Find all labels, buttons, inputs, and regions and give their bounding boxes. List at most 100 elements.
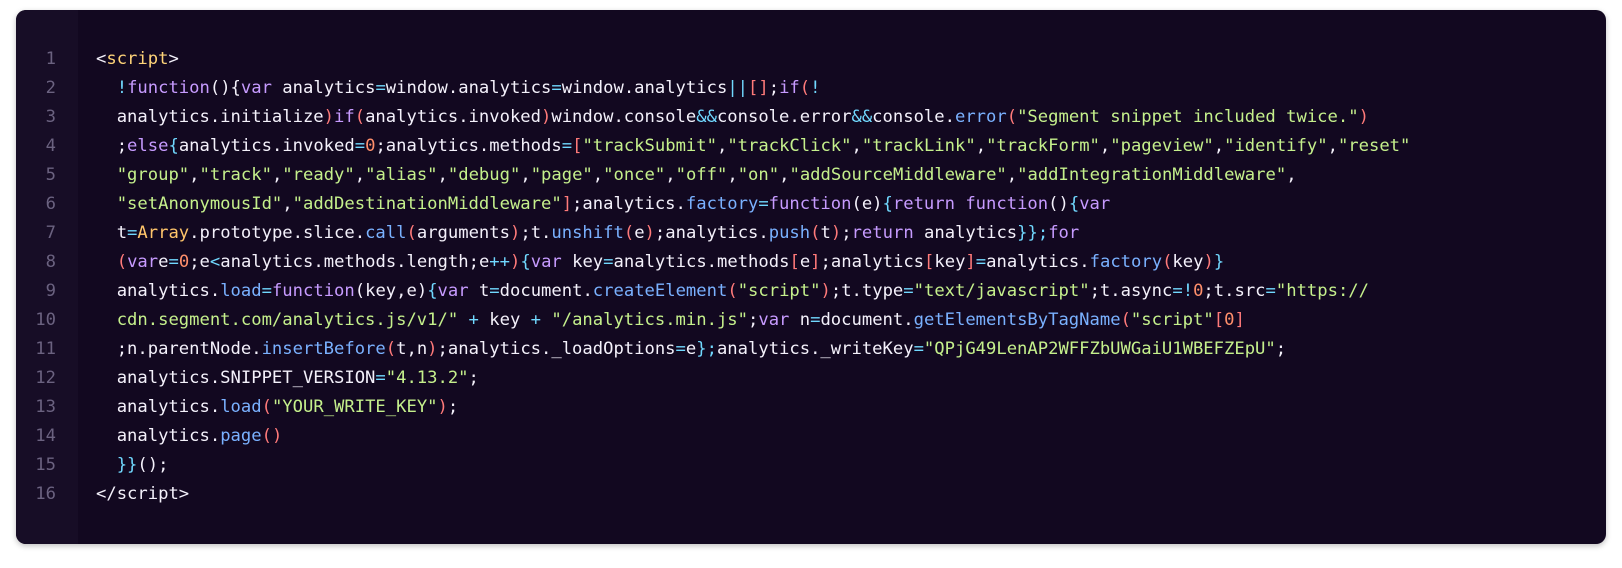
- code-token: createElement: [592, 281, 728, 301]
- code-token: ;t.src: [1203, 281, 1266, 301]
- code-token: key: [561, 252, 604, 272]
- code-token: =: [758, 194, 769, 214]
- code-token: script: [106, 49, 169, 69]
- code-token: "addIntegrationMiddleware": [1017, 165, 1287, 185]
- line-number: 4: [45, 136, 56, 156]
- code-token: ();: [137, 455, 169, 475]
- code-token: "/analytics.min.js": [551, 310, 748, 330]
- code-line: 9 analytics.load=function(key,e){var t=d…: [16, 277, 1606, 306]
- code-token: "page": [530, 165, 593, 185]
- code-text: analytics.initialize)if(analytics.invoke…: [56, 103, 1606, 132]
- code-token: page: [220, 426, 262, 446]
- code-token: ,: [520, 165, 531, 185]
- code-token: "Segment snippet included twice.": [1017, 107, 1359, 127]
- code-token: load: [220, 281, 262, 301]
- code-text: analytics.SNIPPET_VERSION="4.13.2";: [56, 364, 1606, 393]
- code-token: ,: [1286, 165, 1297, 185]
- code-token: return: [892, 194, 955, 214]
- code-token: e: [799, 252, 811, 272]
- code-token: "debug": [447, 165, 521, 185]
- code-token: &&: [851, 107, 873, 127]
- code-line: 2 !function(){var analytics=window.analy…: [16, 74, 1606, 103]
- code-token: =: [903, 281, 914, 301]
- code-line: 6 "setAnonymousId","addDestinationMiddle…: [16, 190, 1606, 219]
- code-token: document.: [820, 310, 914, 330]
- code-token: document.: [499, 281, 593, 301]
- line-number: 16: [35, 484, 56, 504]
- code-token: ): [1358, 107, 1369, 127]
- code-token: ,: [665, 165, 676, 185]
- code-token: "YOUR_WRITE_KEY": [271, 397, 438, 417]
- code-token: key: [478, 310, 531, 330]
- code-token: ,: [592, 165, 604, 185]
- line-number: 14: [35, 426, 56, 446]
- code-token: load: [220, 397, 262, 417]
- code-token: =: [375, 368, 386, 388]
- line-number: 6: [45, 194, 56, 214]
- code-token: {: [520, 252, 531, 272]
- code-token: "reset": [1337, 136, 1411, 156]
- code-token: ;n.parentNode.: [96, 339, 262, 359]
- code-token: "text/javascript": [913, 281, 1090, 301]
- code-token: {: [168, 136, 179, 156]
- line-number: 2: [45, 78, 56, 98]
- code-token: for: [1048, 223, 1080, 243]
- code-token: var: [240, 78, 272, 98]
- code-token: 0: [1224, 310, 1235, 330]
- code-token: 0: [1193, 281, 1204, 301]
- code-token: "script": [1130, 310, 1214, 330]
- code-token: if: [334, 107, 355, 127]
- code-line: 3 analytics.initialize)if(analytics.invo…: [16, 103, 1606, 132]
- code-line: 1 <script>: [16, 45, 1606, 74]
- code-token: (e): [851, 194, 883, 214]
- code-token: cdn.segment.com/analytics.js/v1/": [116, 310, 459, 330]
- code-token: (: [727, 281, 738, 301]
- code-token: unshift: [551, 223, 624, 243]
- code-token: (: [385, 339, 397, 359]
- code-token: insertBefore: [261, 339, 386, 359]
- code-token: ,: [1006, 165, 1018, 185]
- code-token: =: [603, 252, 614, 272]
- code-token: ,: [779, 165, 790, 185]
- code-token: analytics.methods.length;e: [220, 252, 490, 272]
- code-token: =: [375, 78, 386, 98]
- code-token: Array: [137, 223, 190, 243]
- code-token: analytics.: [96, 426, 221, 446]
- code-token: {: [882, 194, 893, 214]
- code-token: t: [820, 223, 831, 243]
- code-token: =: [168, 252, 179, 272]
- code-text: cdn.segment.com/analytics.js/v1/" + key …: [56, 306, 1606, 335]
- code-token: ,: [975, 136, 987, 156]
- code-token: ||: [727, 78, 749, 98]
- code-token: ): [644, 223, 655, 243]
- code-token: =: [913, 339, 924, 359]
- code-token: (: [406, 223, 417, 243]
- code-token: e: [634, 223, 645, 243]
- code-token: (: [116, 252, 128, 272]
- code-token: ;: [747, 310, 759, 330]
- code-token: e: [685, 339, 697, 359]
- code-token: console.: [872, 107, 955, 127]
- code-token: console.error: [716, 107, 852, 127]
- code-token: "pageview": [1110, 136, 1214, 156]
- code-token: ;t.async: [1089, 281, 1173, 301]
- code-token: ,: [271, 165, 283, 185]
- code-token: ;analytics.: [654, 223, 769, 243]
- code-token: }}: [116, 455, 138, 475]
- code-token: ;t.: [520, 223, 552, 243]
- code-content[interactable]: 1 <script> 2 !function(){var analytics=win…: [16, 45, 1606, 509]
- code-token: var: [127, 252, 159, 272]
- code-token: error: [954, 107, 1007, 127]
- code-token: (key,e): [354, 281, 428, 301]
- line-number: 7: [45, 223, 56, 243]
- code-token: factory: [685, 194, 759, 214]
- code-token: analytics.initialize: [96, 107, 324, 127]
- code-token: ): [437, 397, 448, 417]
- code-token: =: [675, 339, 686, 359]
- code-token: analytics: [913, 223, 1018, 243]
- code-token: key: [934, 252, 966, 272]
